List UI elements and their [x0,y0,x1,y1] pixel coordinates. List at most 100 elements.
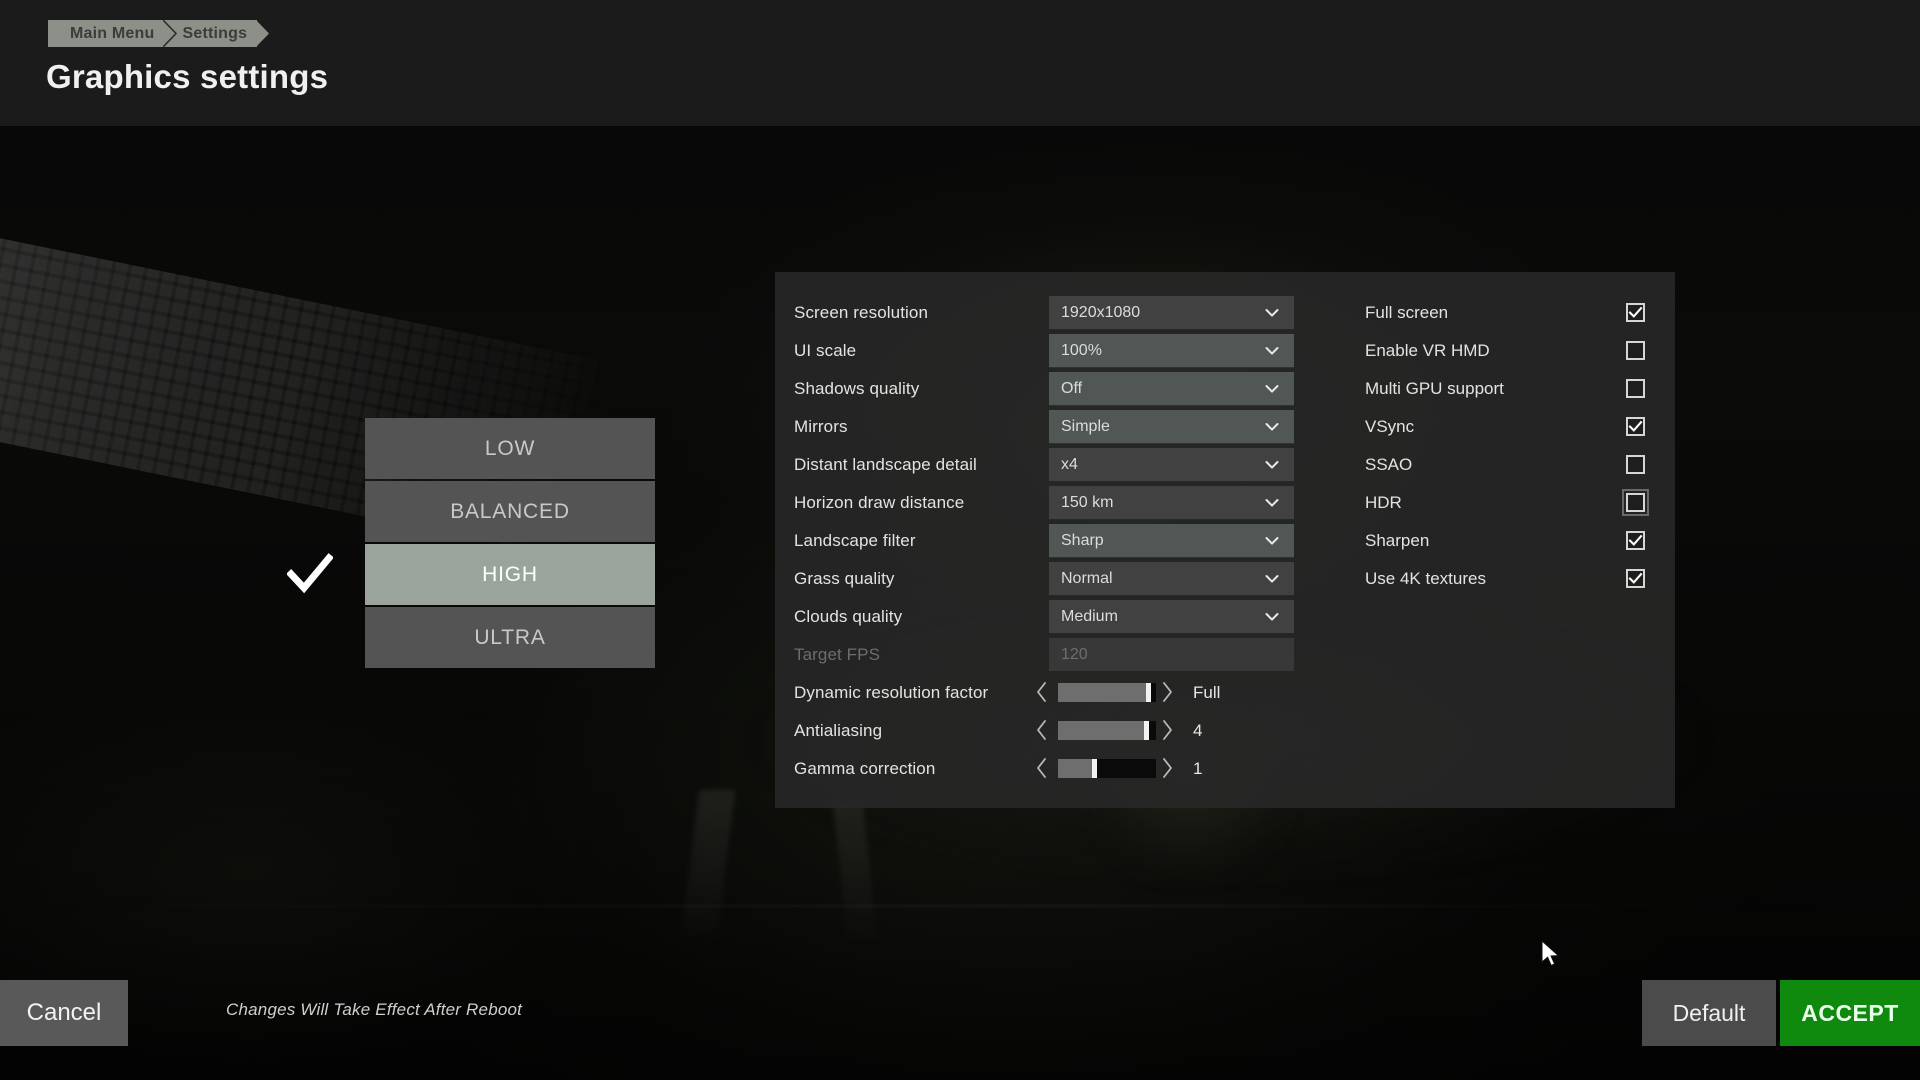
checkbox-use-4k-textures[interactable] [1626,569,1645,588]
checkbox-label: SSAO [1365,455,1413,474]
setting-label: Screen resolution [794,303,928,322]
default-button[interactable]: Default [1642,980,1776,1046]
checkbox-row[interactable]: VSync [1365,408,1655,446]
preset-button-ultra[interactable]: ULTRA [365,607,655,668]
slider-value: 1 [1193,759,1203,778]
slider-handle[interactable] [1092,759,1098,778]
chevron-down-icon [1264,305,1280,321]
header-bar: Main Menu Settings Graphics settings [0,0,1920,126]
slider-decrement-icon[interactable] [1035,719,1049,741]
slider-fill [1058,721,1147,740]
setting-label: Dynamic resolution factor [794,683,989,702]
setting-row: Antialiasing 4 [794,712,1284,750]
setting-label: Mirrors [794,417,848,436]
accept-button[interactable]: ACCEPT [1780,980,1920,1046]
setting-row: Shadows quality Off [794,370,1294,408]
setting-label: Gamma correction [794,759,936,778]
graphics-settings-panel: Screen resolution 1920x1080 UI scale 100% Sh… [775,272,1675,808]
setting-row: UI scale 100% [794,332,1294,370]
checkbox-label: HDR [1365,493,1402,512]
checkbox-ssao[interactable] [1626,455,1645,474]
setting-row: Distant landscape detail x4 [794,446,1294,484]
dropdown-shadows-quality[interactable]: Off [1049,372,1294,406]
dropdown-value: Off [1061,379,1083,397]
preset-button-low[interactable]: LOW [365,418,655,479]
checkbox-label: Sharpen [1365,531,1430,550]
dropdown-horizon-draw-distance[interactable]: 150 km [1049,486,1294,520]
dropdown-distant-landscape-detail[interactable]: x4 [1049,448,1294,482]
chevron-right-icon [163,20,178,47]
slider-fill [1058,759,1095,778]
breadcrumb-label: Main Menu [70,24,155,42]
checkbox-row[interactable]: HDR [1365,484,1655,522]
setting-row: Screen resolution 1920x1080 [794,294,1294,332]
slider-gamma-correction[interactable]: 1 [1035,753,1305,785]
setting-row: Clouds quality Medium [794,598,1294,636]
checkbox-hdr[interactable] [1622,489,1649,516]
slider-decrement-icon[interactable] [1035,757,1049,779]
slider-decrement-icon[interactable] [1035,681,1049,703]
slider-handle[interactable] [1146,683,1152,702]
setting-label: Landscape filter [794,531,916,550]
preset-row: HIGH [286,544,655,606]
dropdown-screen-resolution[interactable]: 1920x1080 [1049,296,1294,330]
checkbox-enable-vr-hmd[interactable] [1626,341,1645,360]
reboot-notice-text: Changes Will Take Effect After Reboot [226,1000,523,1019]
dropdown-value: Normal [1061,569,1113,587]
chevron-right-end-icon [256,20,270,47]
checkbox-row[interactable]: Full screen [1365,294,1655,332]
dropdown-landscape-filter[interactable]: Sharp [1049,524,1294,558]
bottom-action-bar: Cancel Changes Will Take Effect After Re… [0,970,1920,1080]
breadcrumb-label: Settings [182,24,248,42]
slider-track[interactable] [1058,683,1156,702]
setting-label: Clouds quality [794,607,903,626]
slider-dynamic-resolution-factor[interactable]: Full [1035,677,1305,709]
dropdown-value: Sharp [1061,531,1104,549]
slider-handle[interactable] [1144,721,1150,740]
quality-preset-group: LOW BALANCED HIGH ULTRA [286,418,655,670]
setting-row: Landscape filter Sharp [794,522,1294,560]
dropdown-value: Simple [1061,417,1110,435]
setting-label: Horizon draw distance [794,493,965,512]
chevron-down-icon [1264,495,1280,511]
checkbox-full-screen[interactable] [1626,303,1645,322]
checkbox-row[interactable]: Multi GPU support [1365,370,1655,408]
dropdown-ui-scale[interactable]: 100% [1049,334,1294,368]
dropdown-value: 150 km [1061,493,1114,511]
checkbox-vsync[interactable] [1626,417,1645,436]
settings-right-column: Full screen Enable VR HMD Multi GPU suppor… [1365,294,1655,598]
preset-button-high[interactable]: HIGH [365,544,655,605]
chevron-down-icon [1264,457,1280,473]
page-title: Graphics settings [46,58,329,95]
slider-track[interactable] [1058,759,1156,778]
slider-increment-icon[interactable] [1160,757,1174,779]
checkbox-multi-gpu-support[interactable] [1626,379,1645,398]
cancel-button[interactable]: Cancel [0,980,128,1046]
setting-label: Antialiasing [794,721,883,740]
preset-button-balanced[interactable]: BALANCED [365,481,655,542]
checkbox-row[interactable]: SSAO [1365,446,1655,484]
setting-label: Shadows quality [794,379,920,398]
preset-selected-check-icon [286,552,334,596]
slider-fill [1058,683,1149,702]
setting-label: Distant landscape detail [794,455,977,474]
setting-row: Dynamic resolution factor Full [794,674,1284,712]
breadcrumb-item-settings[interactable]: Settings [164,20,270,47]
setting-row: Mirrors Simple [794,408,1294,446]
slider-value: Full [1193,683,1221,702]
chevron-down-icon [1264,343,1280,359]
dropdown-mirrors[interactable]: Simple [1049,410,1294,444]
breadcrumb: Main Menu Settings [48,20,270,47]
checkbox-sharpen[interactable] [1626,531,1645,550]
dropdown-clouds-quality[interactable]: Medium [1049,600,1294,634]
slider-increment-icon[interactable] [1160,719,1174,741]
slider-track[interactable] [1058,721,1156,740]
checkbox-row[interactable]: Enable VR HMD [1365,332,1655,370]
checkbox-row[interactable]: Sharpen [1365,522,1655,560]
breadcrumb-item-main-menu[interactable]: Main Menu [48,20,178,47]
checkbox-row[interactable]: Use 4K textures [1365,560,1655,598]
slider-increment-icon[interactable] [1160,681,1174,703]
dropdown-grass-quality[interactable]: Normal [1049,562,1294,596]
slider-antialiasing[interactable]: 4 [1035,715,1305,747]
checkbox-label: Use 4K textures [1365,569,1486,588]
